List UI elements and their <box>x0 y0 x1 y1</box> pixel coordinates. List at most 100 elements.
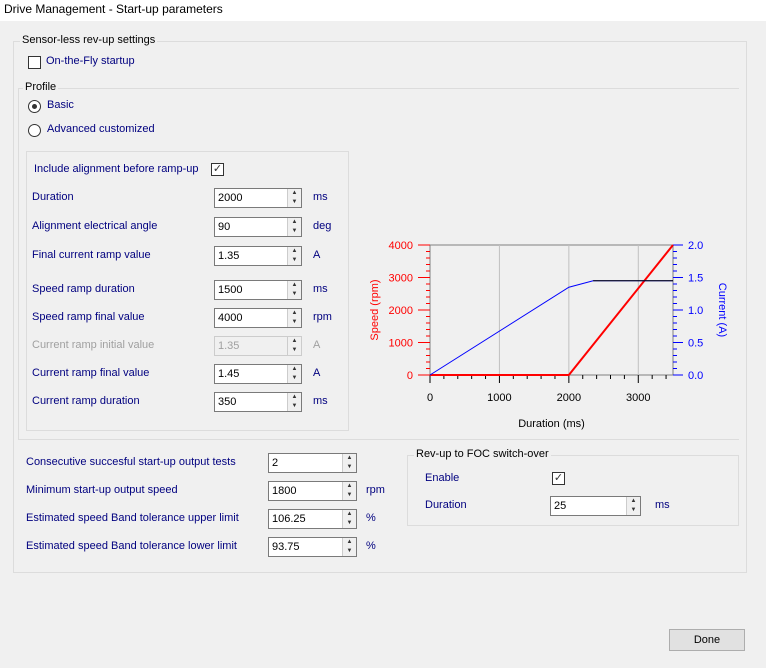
y-tick-label: 1000 <box>389 338 413 350</box>
done-button[interactable]: Done <box>669 629 745 651</box>
param-value[interactable]: 1500 <box>218 284 242 296</box>
param-label: Speed ramp final value <box>32 311 145 323</box>
on-the-fly-label: On-the-Fly startup <box>46 55 135 67</box>
param-value[interactable]: 1.35 <box>218 250 239 262</box>
bottom-param-value[interactable]: 2 <box>272 457 278 469</box>
param-value[interactable]: 4000 <box>218 312 242 324</box>
on-the-fly-checkbox[interactable] <box>28 56 41 69</box>
series-line-speed <box>430 244 674 376</box>
spin-up-button[interactable]: ▲ <box>343 538 356 547</box>
spin-down-button[interactable]: ▼ <box>343 519 356 528</box>
spin-up-button: ▲ <box>288 337 301 346</box>
spin-down-button[interactable]: ▼ <box>343 547 356 556</box>
spin-down-button[interactable]: ▼ <box>288 318 301 327</box>
param-spinner[interactable]: 1.35 ▲ ▼ <box>214 246 302 266</box>
param-unit: A <box>313 339 321 351</box>
y-tick-label: 3000 <box>389 273 413 285</box>
param-unit: ms <box>313 395 328 407</box>
bottom-param-label: Estimated speed Band tolerance lower lim… <box>26 540 237 552</box>
y-tick-label: 2000 <box>389 305 413 317</box>
bottom-param-unit: % <box>366 512 376 524</box>
param-spinner[interactable]: 350 ▲ ▼ <box>214 392 302 412</box>
switchover-enable-label: Enable <box>425 472 460 484</box>
param-label: Speed ramp duration <box>32 283 135 295</box>
param-label: Current ramp initial value <box>32 339 155 351</box>
param-unit: deg <box>313 220 332 232</box>
basic-radio[interactable] <box>28 100 41 113</box>
window-title: Drive Management - Start-up parameters <box>0 0 766 21</box>
param-spinner[interactable]: 90 ▲ ▼ <box>214 217 302 237</box>
param-value[interactable]: 90 <box>218 221 230 233</box>
param-value[interactable]: 350 <box>218 396 236 408</box>
param-label: Alignment electrical angle <box>32 220 158 232</box>
param-unit: A <box>313 249 321 261</box>
advanced-label: Advanced customized <box>47 123 155 135</box>
switchover-duration-value[interactable]: 25 <box>554 500 566 512</box>
spin-down-button[interactable]: ▼ <box>343 463 356 472</box>
spin-up-button[interactable]: ▲ <box>343 510 356 519</box>
x-axis-title: Duration (ms) <box>518 418 585 430</box>
spin-up-button[interactable]: ▲ <box>343 454 356 463</box>
spin-down-button[interactable]: ▼ <box>288 198 301 207</box>
spin-up-button[interactable]: ▲ <box>288 189 301 198</box>
y2-tick-label: 0.5 <box>688 338 703 350</box>
spin-up-button[interactable]: ▲ <box>288 281 301 290</box>
param-spinner[interactable]: 4000 ▲ ▼ <box>214 308 302 328</box>
param-unit: rpm <box>313 311 332 323</box>
bottom-param-spinner[interactable]: 1800 ▲ ▼ <box>268 481 357 501</box>
bottom-param-spinner[interactable]: 106.25 ▲ ▼ <box>268 509 357 529</box>
startup-profile-chart: 0 1000 2000 3000 0 1000 2000 3000 4000 0.0 0.5 1.0 1… <box>369 240 728 430</box>
param-spinner[interactable]: 1.45 ▲ ▼ <box>214 364 302 384</box>
bottom-param-value[interactable]: 93.75 <box>272 541 300 553</box>
switchover-duration-unit: ms <box>655 499 670 511</box>
y-tick-label: 4000 <box>389 240 413 252</box>
param-label: Duration <box>32 191 74 203</box>
spin-up-button[interactable]: ▲ <box>627 497 640 506</box>
param-spinner[interactable]: 1500 ▲ ▼ <box>214 280 302 300</box>
spin-down-button: ▼ <box>288 346 301 355</box>
switchover-duration-label: Duration <box>425 499 467 511</box>
param-value: 1.35 <box>218 340 240 352</box>
plot-area <box>429 244 674 376</box>
profile-group-label: Profile <box>23 81 59 93</box>
x-tick-label: 3000 <box>626 392 650 404</box>
switchover-group-label: Rev-up to FOC switch-over <box>414 448 551 460</box>
sensorless-group-label: Sensor-less rev-up settings <box>20 34 158 46</box>
spin-up-button[interactable]: ▲ <box>288 309 301 318</box>
advanced-radio[interactable] <box>28 124 41 137</box>
spin-down-button[interactable]: ▼ <box>288 402 301 411</box>
spin-down-button[interactable]: ▼ <box>288 227 301 236</box>
param-label: Current ramp duration <box>32 395 140 407</box>
y2-axis-title: Current (A) <box>716 283 728 337</box>
spin-up-button[interactable]: ▲ <box>288 247 301 256</box>
param-spinner: 1.35 ▲ ▼ <box>214 336 302 356</box>
switchover-enable-checkbox[interactable]: ✓ <box>552 472 565 485</box>
bottom-param-label: Estimated speed Band tolerance upper lim… <box>26 512 239 524</box>
spin-up-button[interactable]: ▲ <box>288 365 301 374</box>
y2-tick-label: 1.0 <box>688 305 703 317</box>
param-spinner[interactable]: 2000 ▲ ▼ <box>214 188 302 208</box>
spin-down-button[interactable]: ▼ <box>343 491 356 500</box>
bottom-param-value[interactable]: 106.25 <box>272 513 306 525</box>
spin-down-button[interactable]: ▼ <box>288 374 301 383</box>
bottom-param-unit: % <box>366 540 376 552</box>
spin-down-button[interactable]: ▼ <box>288 290 301 299</box>
spin-up-button[interactable]: ▲ <box>288 393 301 402</box>
bottom-param-value[interactable]: 1800 <box>272 485 296 497</box>
y2-tick-label: 0.0 <box>688 370 703 382</box>
param-value[interactable]: 1.45 <box>218 368 239 380</box>
alignment-checkbox[interactable]: ✓ <box>211 163 224 176</box>
param-value[interactable]: 2000 <box>218 192 242 204</box>
alignment-label: Include alignment before ramp-up <box>34 163 199 175</box>
spin-down-button[interactable]: ▼ <box>288 256 301 265</box>
spin-up-button[interactable]: ▲ <box>288 218 301 227</box>
bottom-param-spinner[interactable]: 2 ▲ ▼ <box>268 453 357 473</box>
param-unit: ms <box>313 191 328 203</box>
bottom-param-spinner[interactable]: 93.75 ▲ ▼ <box>268 537 357 557</box>
y-axis-title: Speed (rpm) <box>369 279 381 340</box>
y-tick-label: 0 <box>407 370 413 382</box>
spin-down-button[interactable]: ▼ <box>627 506 640 515</box>
y2-tick-label: 2.0 <box>688 240 703 252</box>
spin-up-button[interactable]: ▲ <box>343 482 356 491</box>
switchover-duration-spinner[interactable]: 25 ▲ ▼ <box>550 496 641 516</box>
